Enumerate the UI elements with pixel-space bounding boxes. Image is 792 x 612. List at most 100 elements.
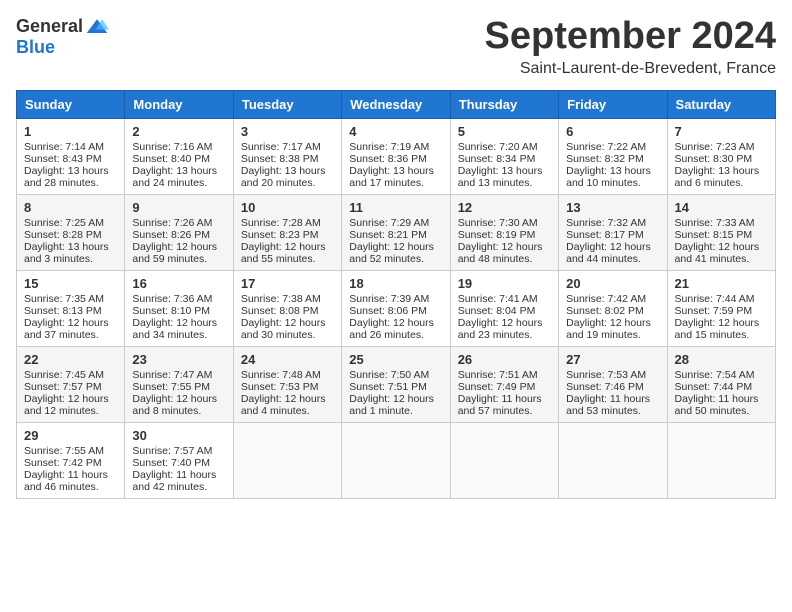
day-number: 19 [458, 276, 551, 291]
sunrise-text: Sunrise: 7:25 AM [24, 217, 104, 229]
sunset-text: Sunset: 8:43 PM [24, 153, 102, 165]
day-number: 20 [566, 276, 659, 291]
calendar-cell: 13Sunrise: 7:32 AMSunset: 8:17 PMDayligh… [559, 194, 667, 270]
sunrise-text: Sunrise: 7:44 AM [675, 293, 755, 305]
sunrise-text: Sunrise: 7:53 AM [566, 369, 646, 381]
location-title: Saint-Laurent-de-Brevedent, France [485, 60, 777, 78]
daylight-text: Daylight: 12 hours and 44 minutes. [566, 241, 651, 265]
calendar-cell [450, 422, 558, 498]
logo-area: General Blue [16, 16, 109, 58]
sunrise-text: Sunrise: 7:29 AM [349, 217, 429, 229]
sunrise-text: Sunrise: 7:35 AM [24, 293, 104, 305]
weekday-header-tuesday: Tuesday [233, 90, 341, 118]
day-number: 13 [566, 200, 659, 215]
daylight-text: Daylight: 12 hours and 52 minutes. [349, 241, 434, 265]
sunset-text: Sunset: 8:38 PM [241, 153, 319, 165]
calendar-cell: 14Sunrise: 7:33 AMSunset: 8:15 PMDayligh… [667, 194, 775, 270]
calendar-cell: 9Sunrise: 7:26 AMSunset: 8:26 PMDaylight… [125, 194, 233, 270]
daylight-text: Daylight: 13 hours and 24 minutes. [132, 165, 217, 189]
daylight-text: Daylight: 12 hours and 37 minutes. [24, 317, 109, 341]
calendar-cell: 11Sunrise: 7:29 AMSunset: 8:21 PMDayligh… [342, 194, 450, 270]
daylight-text: Daylight: 13 hours and 13 minutes. [458, 165, 543, 189]
day-number: 22 [24, 352, 117, 367]
weekday-header-saturday: Saturday [667, 90, 775, 118]
sunrise-text: Sunrise: 7:32 AM [566, 217, 646, 229]
daylight-text: Daylight: 12 hours and 48 minutes. [458, 241, 543, 265]
sunrise-text: Sunrise: 7:36 AM [132, 293, 212, 305]
daylight-text: Daylight: 12 hours and 41 minutes. [675, 241, 760, 265]
sunset-text: Sunset: 8:15 PM [675, 229, 753, 241]
calendar-cell: 18Sunrise: 7:39 AMSunset: 8:06 PMDayligh… [342, 270, 450, 346]
weekday-header-sunday: Sunday [17, 90, 125, 118]
day-number: 5 [458, 124, 551, 139]
sunrise-text: Sunrise: 7:41 AM [458, 293, 538, 305]
sunset-text: Sunset: 7:42 PM [24, 457, 102, 469]
logo-blue-text: Blue [16, 37, 55, 58]
sunset-text: Sunset: 8:30 PM [675, 153, 753, 165]
day-number: 1 [24, 124, 117, 139]
sunrise-text: Sunrise: 7:30 AM [458, 217, 538, 229]
weekday-header-monday: Monday [125, 90, 233, 118]
sunset-text: Sunset: 7:53 PM [241, 381, 319, 393]
sunrise-text: Sunrise: 7:45 AM [24, 369, 104, 381]
sunrise-text: Sunrise: 7:54 AM [675, 369, 755, 381]
sunset-text: Sunset: 7:57 PM [24, 381, 102, 393]
calendar-cell: 1Sunrise: 7:14 AMSunset: 8:43 PMDaylight… [17, 118, 125, 194]
calendar-cell: 6Sunrise: 7:22 AMSunset: 8:32 PMDaylight… [559, 118, 667, 194]
logo: General [16, 16, 109, 37]
day-number: 23 [132, 352, 225, 367]
calendar-cell: 27Sunrise: 7:53 AMSunset: 7:46 PMDayligh… [559, 346, 667, 422]
sunrise-text: Sunrise: 7:20 AM [458, 141, 538, 153]
sunrise-text: Sunrise: 7:22 AM [566, 141, 646, 153]
day-number: 6 [566, 124, 659, 139]
daylight-text: Daylight: 12 hours and 19 minutes. [566, 317, 651, 341]
sunrise-text: Sunrise: 7:23 AM [675, 141, 755, 153]
sunrise-text: Sunrise: 7:14 AM [24, 141, 104, 153]
sunrise-text: Sunrise: 7:38 AM [241, 293, 321, 305]
calendar-week-row: 22Sunrise: 7:45 AMSunset: 7:57 PMDayligh… [17, 346, 776, 422]
sunset-text: Sunset: 7:59 PM [675, 305, 753, 317]
sunset-text: Sunset: 7:51 PM [349, 381, 427, 393]
sunrise-text: Sunrise: 7:51 AM [458, 369, 538, 381]
daylight-text: Daylight: 12 hours and 12 minutes. [24, 393, 109, 417]
daylight-text: Daylight: 12 hours and 34 minutes. [132, 317, 217, 341]
logo-general-text: General [16, 16, 83, 37]
calendar-cell: 7Sunrise: 7:23 AMSunset: 8:30 PMDaylight… [667, 118, 775, 194]
sunrise-text: Sunrise: 7:48 AM [241, 369, 321, 381]
calendar-cell: 5Sunrise: 7:20 AMSunset: 8:34 PMDaylight… [450, 118, 558, 194]
day-number: 11 [349, 200, 442, 215]
daylight-text: Daylight: 11 hours and 57 minutes. [458, 393, 542, 417]
calendar-cell: 28Sunrise: 7:54 AMSunset: 7:44 PMDayligh… [667, 346, 775, 422]
daylight-text: Daylight: 12 hours and 59 minutes. [132, 241, 217, 265]
sunset-text: Sunset: 8:08 PM [241, 305, 319, 317]
daylight-text: Daylight: 12 hours and 8 minutes. [132, 393, 217, 417]
day-number: 4 [349, 124, 442, 139]
daylight-text: Daylight: 12 hours and 55 minutes. [241, 241, 326, 265]
day-number: 14 [675, 200, 768, 215]
day-number: 29 [24, 428, 117, 443]
weekday-header-wednesday: Wednesday [342, 90, 450, 118]
sunset-text: Sunset: 8:19 PM [458, 229, 536, 241]
day-number: 17 [241, 276, 334, 291]
sunrise-text: Sunrise: 7:26 AM [132, 217, 212, 229]
calendar-table: SundayMondayTuesdayWednesdayThursdayFrid… [16, 90, 776, 499]
calendar-cell: 15Sunrise: 7:35 AMSunset: 8:13 PMDayligh… [17, 270, 125, 346]
calendar-cell: 30Sunrise: 7:57 AMSunset: 7:40 PMDayligh… [125, 422, 233, 498]
sunset-text: Sunset: 8:04 PM [458, 305, 536, 317]
sunrise-text: Sunrise: 7:47 AM [132, 369, 212, 381]
day-number: 8 [24, 200, 117, 215]
calendar-week-row: 8Sunrise: 7:25 AMSunset: 8:28 PMDaylight… [17, 194, 776, 270]
sunrise-text: Sunrise: 7:50 AM [349, 369, 429, 381]
calendar-cell: 4Sunrise: 7:19 AMSunset: 8:36 PMDaylight… [342, 118, 450, 194]
daylight-text: Daylight: 13 hours and 20 minutes. [241, 165, 326, 189]
calendar-cell: 24Sunrise: 7:48 AMSunset: 7:53 PMDayligh… [233, 346, 341, 422]
day-number: 9 [132, 200, 225, 215]
daylight-text: Daylight: 13 hours and 10 minutes. [566, 165, 651, 189]
daylight-text: Daylight: 12 hours and 4 minutes. [241, 393, 326, 417]
sunset-text: Sunset: 8:10 PM [132, 305, 210, 317]
daylight-text: Daylight: 12 hours and 1 minute. [349, 393, 434, 417]
daylight-text: Daylight: 12 hours and 23 minutes. [458, 317, 543, 341]
sunrise-text: Sunrise: 7:17 AM [241, 141, 321, 153]
calendar-cell: 3Sunrise: 7:17 AMSunset: 8:38 PMDaylight… [233, 118, 341, 194]
calendar-cell: 26Sunrise: 7:51 AMSunset: 7:49 PMDayligh… [450, 346, 558, 422]
